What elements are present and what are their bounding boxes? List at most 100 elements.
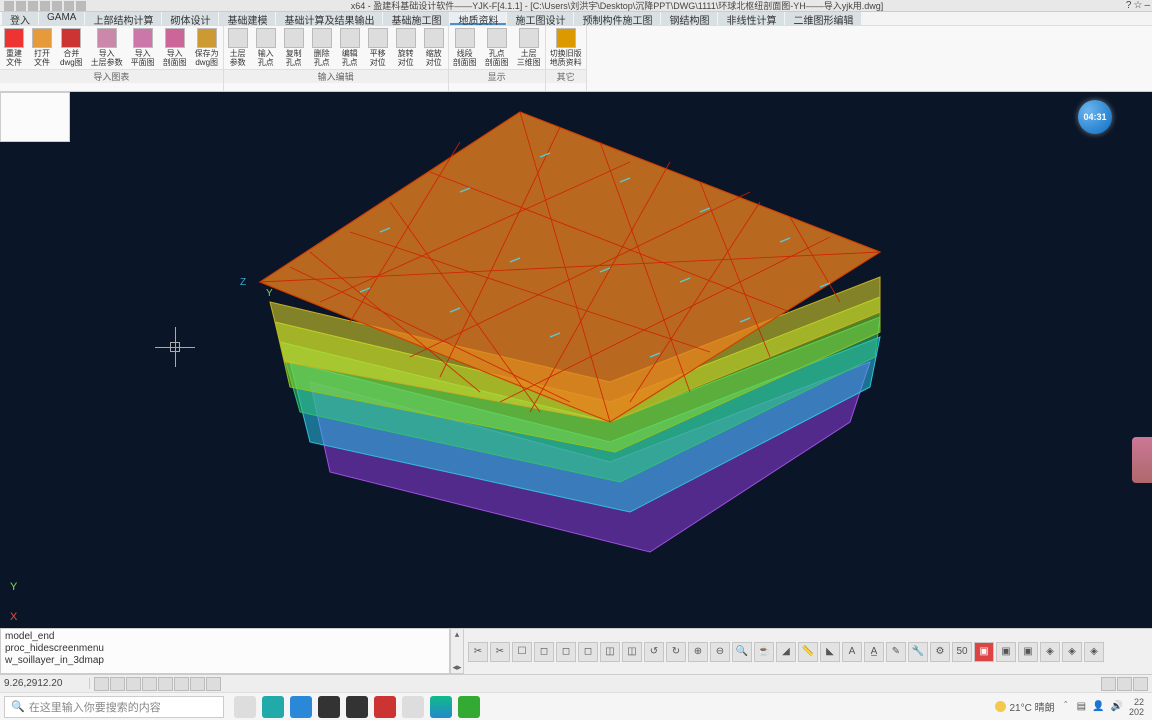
star-icon[interactable]: ☆: [1133, 0, 1142, 11]
command-history[interactable]: model_end proc_hidescreenmenu w_soillaye…: [0, 628, 450, 674]
crosshair-cursor: [155, 327, 195, 367]
tool-icon[interactable]: ◣: [820, 642, 840, 662]
menu-constr[interactable]: 施工图设计: [507, 12, 573, 25]
menu-masonry[interactable]: 砌体设计: [162, 12, 218, 25]
tool-icon[interactable]: ☕: [754, 642, 774, 662]
tool-icon[interactable]: ↺: [644, 642, 664, 662]
btn-soil-3d[interactable]: 土层 三维图: [513, 26, 545, 69]
btn-open-file[interactable]: 打开 文件: [28, 26, 56, 69]
task-app-icon[interactable]: [234, 696, 256, 718]
tray-ime-icon[interactable]: ▤: [1077, 701, 1086, 712]
tool-icon[interactable]: ◈: [1084, 642, 1104, 662]
view-cube-icon[interactable]: [1132, 437, 1152, 483]
tool-icon[interactable]: ◢: [776, 642, 796, 662]
tool-icon[interactable]: ⊕: [688, 642, 708, 662]
btn-move-align[interactable]: 平移 对位: [364, 26, 392, 69]
tool-icon[interactable]: ◈: [1062, 642, 1082, 662]
task-app-icon[interactable]: [262, 696, 284, 718]
menu-foundmodel[interactable]: 基础建模: [219, 12, 275, 25]
help-icon[interactable]: ?: [1126, 0, 1132, 11]
tool-icon[interactable]: ☐: [512, 642, 532, 662]
btn-rotate-align[interactable]: 旋转 对位: [392, 26, 420, 69]
soil-layer-3d-model: [230, 102, 890, 602]
tool-icon[interactable]: ⊖: [710, 642, 730, 662]
moon-icon: [995, 701, 1006, 712]
btn-import-plan[interactable]: 导入 平面图: [127, 26, 159, 69]
status-bar: 9.26,2912.20: [0, 674, 1152, 692]
menu-upper[interactable]: 上部结构计算: [85, 12, 161, 25]
canvas-3d-viewport[interactable]: 04:31: [0, 92, 1152, 628]
tool-icon[interactable]: ✂: [490, 642, 510, 662]
btn-import-soil[interactable]: 导入 土层参数: [87, 26, 127, 69]
menu-2dedit[interactable]: 二维图形编辑: [785, 12, 861, 25]
tool-icon[interactable]: ◻: [578, 642, 598, 662]
tool-icon[interactable]: ◈: [1040, 642, 1060, 662]
tool-icon[interactable]: ◻: [556, 642, 576, 662]
task-app-icon[interactable]: [458, 696, 480, 718]
tool-icon[interactable]: ✎: [886, 642, 906, 662]
floating-panel[interactable]: [0, 92, 70, 142]
btn-delete-hole[interactable]: 删除 孔点: [308, 26, 336, 69]
task-app-icon[interactable]: [290, 696, 312, 718]
btn-input-hole[interactable]: 输入 孔点: [252, 26, 280, 69]
task-app-icon[interactable]: [318, 696, 340, 718]
menu-gama[interactable]: GAMA: [39, 12, 84, 25]
tool-icon[interactable]: ⚙: [930, 642, 950, 662]
btn-save-dwg[interactable]: 保存为 dwg图: [191, 26, 223, 69]
menu-steel[interactable]: 钢结构图: [661, 12, 717, 25]
min-icon[interactable]: –: [1144, 0, 1150, 11]
tool-icon[interactable]: ▣: [996, 642, 1016, 662]
task-app-icon[interactable]: [374, 696, 396, 718]
ribbon-footer-display: 显示: [449, 69, 545, 83]
taskbar-apps: [234, 696, 480, 718]
menu-foundcalc[interactable]: 基础计算及结果输出: [276, 12, 382, 25]
btn-edit-hole[interactable]: 编辑 孔点: [336, 26, 364, 69]
btn-line-section[interactable]: 线段 剖面图: [449, 26, 481, 69]
tool-icon[interactable]: A: [842, 642, 862, 662]
tool-icon[interactable]: ◫: [600, 642, 620, 662]
title-bar: x64 - 盈建科基础设计软件——YJK-F[4.1.1] - [C:\User…: [0, 0, 1152, 12]
weather-text: 21°C 晴朗: [1009, 699, 1054, 714]
task-app-icon[interactable]: [346, 696, 368, 718]
menu-founddraw[interactable]: 基础施工图: [383, 12, 449, 25]
menu-precast[interactable]: 预制构件施工图: [574, 12, 660, 25]
system-buttons[interactable]: ? ☆ –: [1126, 0, 1150, 11]
menu-login[interactable]: 登入: [2, 12, 38, 25]
btn-scale-align[interactable]: 缩放 对位: [420, 26, 448, 69]
ribbon-footer-import: 导入图表: [0, 69, 223, 83]
tray-clock[interactable]: 22 202: [1129, 697, 1144, 717]
tray-sound-icon[interactable]: 🔊: [1111, 701, 1123, 712]
tool-icon[interactable]: ◻: [534, 642, 554, 662]
tool-icon[interactable]: ▣: [1018, 642, 1038, 662]
tool-icon[interactable]: ◫: [622, 642, 642, 662]
btn-hole-section[interactable]: 孔点 剖面图: [481, 26, 513, 69]
tool-icon[interactable]: A̲: [864, 642, 884, 662]
tool-icon[interactable]: 📏: [798, 642, 818, 662]
weather-widget[interactable]: 21°C 晴朗: [995, 699, 1054, 714]
btn-switch-old[interactable]: 切换旧版 地质资料: [546, 26, 586, 69]
menu-geology[interactable]: 地质资料: [450, 12, 506, 25]
taskbar-search[interactable]: 🔍 在这里输入你要搜索的内容: [4, 696, 224, 718]
task-app-icon[interactable]: [430, 696, 452, 718]
qat-icons[interactable]: [4, 1, 86, 11]
btn-import-section[interactable]: 导入 剖面图: [159, 26, 191, 69]
tool-icon[interactable]: ↻: [666, 642, 686, 662]
btn-soil-params[interactable]: 土层 参数: [224, 26, 252, 69]
menu-nonlinear[interactable]: 非线性计算: [718, 12, 784, 25]
tool-icon[interactable]: 🔍: [732, 642, 752, 662]
btn-copy-hole[interactable]: 复制 孔点: [280, 26, 308, 69]
system-tray[interactable]: 21°C 晴朗 ＾ ▤ 👤 🔊 22 202: [995, 697, 1152, 717]
tool-icon[interactable]: 🔧: [908, 642, 928, 662]
task-app-icon[interactable]: [402, 696, 424, 718]
tool-icon[interactable]: ▣: [974, 642, 994, 662]
tool-icon[interactable]: 50: [952, 642, 972, 662]
btn-rebuild-file[interactable]: 重建 文件: [0, 26, 28, 69]
tray-chevron-icon[interactable]: ＾: [1061, 699, 1071, 714]
tool-icon[interactable]: ✂: [468, 642, 488, 662]
status-toggle-icons[interactable]: [90, 677, 221, 691]
cmd-scrollbar[interactable]: ▴◂▸: [450, 628, 464, 674]
timer-badge: 04:31: [1078, 100, 1112, 134]
btn-merge-dwg[interactable]: 合并 dwg图: [56, 26, 87, 69]
tray-wifi-icon[interactable]: 👤: [1092, 701, 1104, 712]
status-right-icons[interactable]: [1101, 677, 1152, 691]
